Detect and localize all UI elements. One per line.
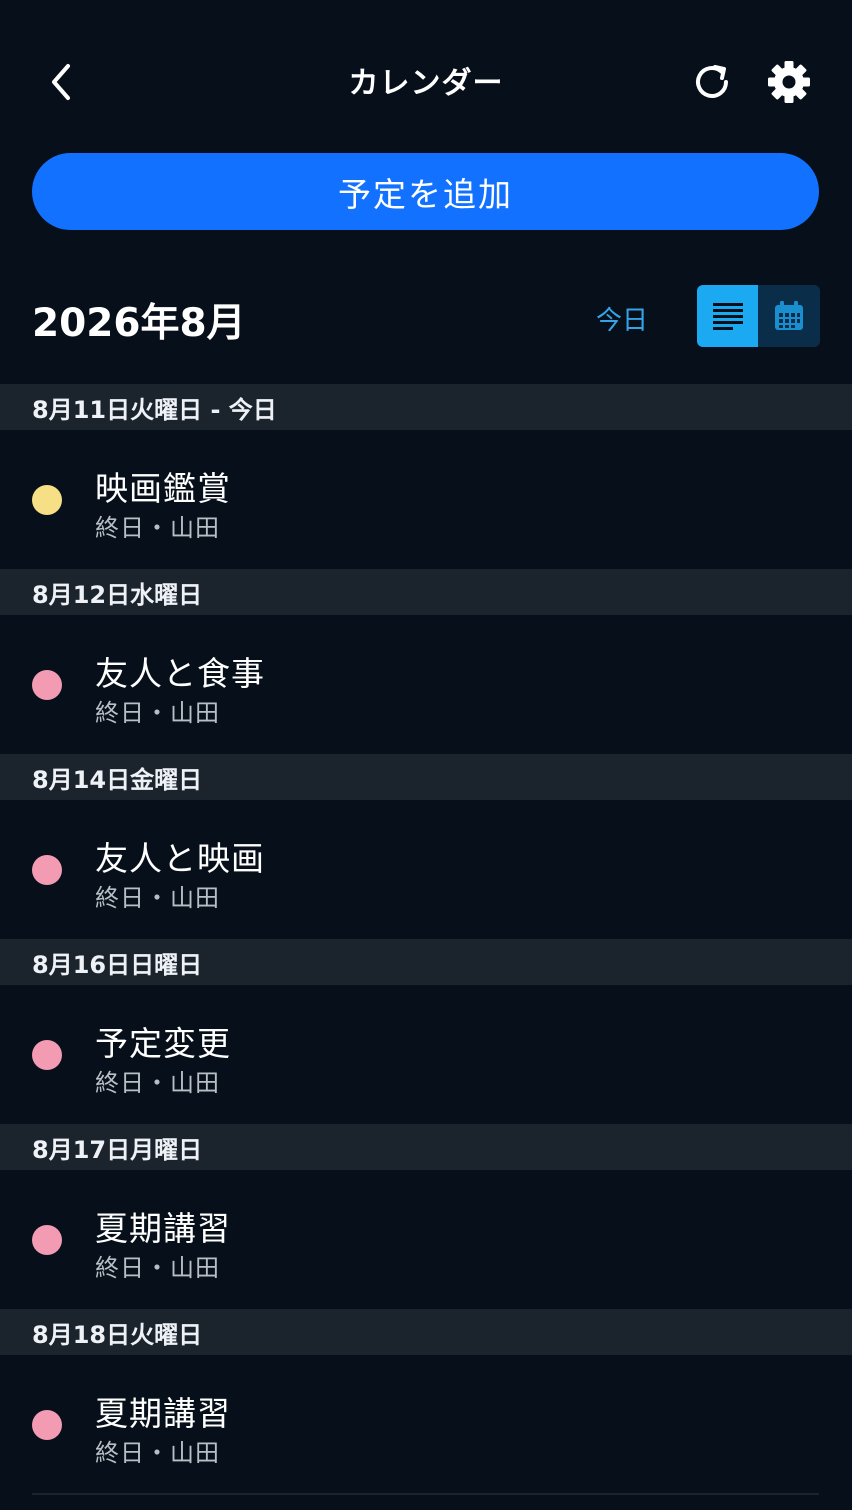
event-color-dot — [32, 1225, 62, 1255]
list-icon — [712, 303, 743, 330]
event-subtitle: 終日・山田 — [95, 1069, 220, 1097]
event-item[interactable]: 予定変更 終日・山田 — [0, 985, 852, 1124]
event-subtitle: 終日・山田 — [95, 1254, 220, 1282]
event-item[interactable]: 友人と食事 終日・山田 — [0, 615, 852, 754]
gear-icon — [768, 61, 810, 103]
event-title: 友人と食事 — [95, 654, 265, 693]
event-subtitle: 終日・山田 — [95, 514, 220, 542]
date-header: 8月12日水曜日 — [0, 569, 852, 615]
back-button[interactable] — [36, 56, 86, 108]
refresh-icon — [696, 65, 728, 98]
event-color-dot — [32, 670, 62, 700]
event-item[interactable]: 夏期講習 終日・山田 — [0, 1355, 852, 1494]
event-title: 友人と映画 — [95, 839, 265, 878]
refresh-button[interactable] — [684, 56, 740, 108]
add-event-button[interactable]: 予定を追加 — [32, 153, 819, 230]
date-header: 8月18日火曜日 — [0, 1309, 852, 1355]
view-toggle — [697, 285, 820, 347]
settings-button[interactable] — [762, 56, 816, 108]
event-item[interactable]: 夏期講習 終日・山田 — [0, 1170, 852, 1309]
event-color-dot — [32, 1040, 62, 1070]
calendar-icon — [775, 301, 803, 330]
event-color-dot — [32, 855, 62, 885]
event-subtitle: 終日・山田 — [95, 884, 220, 912]
event-subtitle: 終日・山田 — [95, 699, 220, 727]
top-bar: カレンダー — [0, 0, 852, 150]
event-item[interactable]: 映画鑑賞 終日・山田 — [0, 430, 852, 569]
date-header: 8月14日金曜日 — [0, 754, 852, 800]
event-color-dot — [32, 485, 62, 515]
date-header: 8月16日日曜日 — [0, 939, 852, 985]
event-title: 映画鑑賞 — [95, 469, 231, 508]
date-header: 8月11日火曜日 - 今日 — [0, 384, 852, 430]
current-month-label: 2026年8月 — [32, 301, 246, 346]
event-title: 夏期講習 — [95, 1209, 231, 1248]
event-color-dot — [32, 1410, 62, 1440]
calendar-view-button[interactable] — [758, 285, 820, 347]
list-view-button[interactable] — [697, 285, 758, 347]
today-button[interactable]: 今日 — [596, 300, 648, 337]
event-list: 8月11日火曜日 - 今日 映画鑑賞 終日・山田 8月12日水曜日 友人と食事 … — [0, 384, 852, 1494]
event-title: 夏期講習 — [95, 1394, 231, 1433]
divider — [32, 1493, 819, 1495]
chevron-left-icon — [52, 64, 70, 100]
event-title: 予定変更 — [95, 1024, 231, 1063]
date-header: 8月17日月曜日 — [0, 1124, 852, 1170]
event-subtitle: 終日・山田 — [95, 1439, 220, 1467]
event-item[interactable]: 友人と映画 終日・山田 — [0, 800, 852, 939]
